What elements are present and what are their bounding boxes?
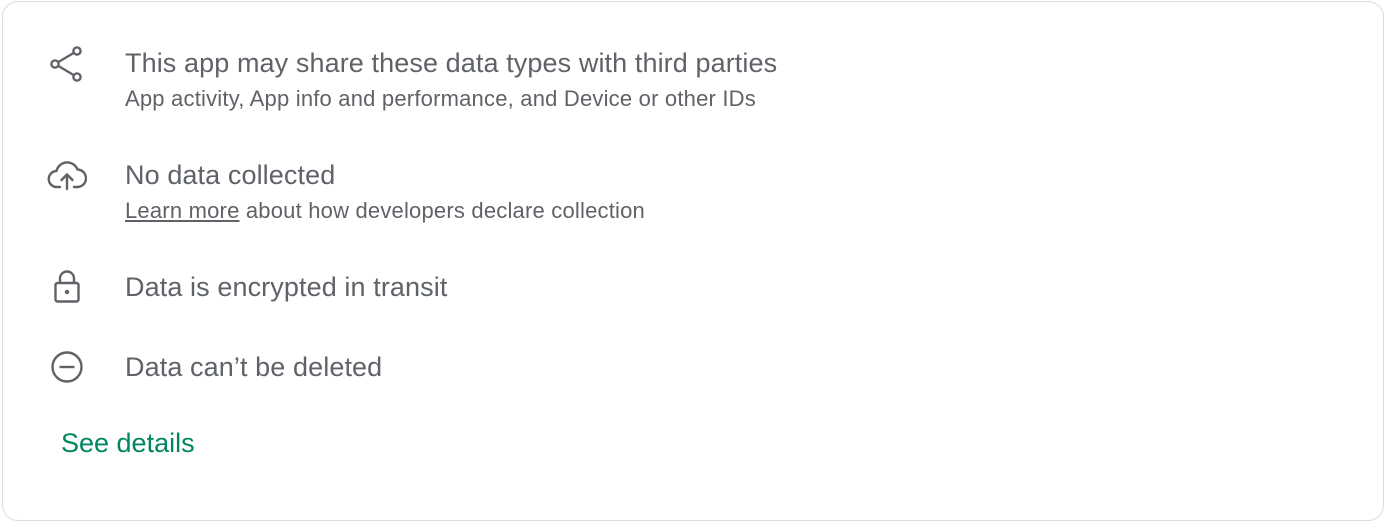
data-sharing-title: This app may share these data types with… bbox=[125, 48, 778, 78]
data-collection-subtitle: Learn more about how developers declare … bbox=[125, 197, 645, 225]
encryption-title: Data is encrypted in transit bbox=[125, 272, 448, 302]
data-safety-card: This app may share these data types with… bbox=[2, 1, 1384, 521]
data-collection-subtitle-text: about how developers declare collection bbox=[239, 198, 645, 223]
cloud-upload-icon bbox=[47, 156, 87, 196]
data-sharing-subtitle: App activity, App info and performance, … bbox=[125, 86, 756, 111]
lock-icon bbox=[47, 267, 87, 307]
learn-more-link[interactable]: Learn more bbox=[125, 198, 240, 223]
deletion-title: Data can’t be deleted bbox=[125, 352, 383, 382]
see-details-link[interactable]: See details bbox=[61, 426, 195, 460]
data-collection-title: No data collected bbox=[125, 160, 336, 190]
remove-circle-icon bbox=[47, 347, 87, 387]
share-icon bbox=[47, 44, 87, 84]
